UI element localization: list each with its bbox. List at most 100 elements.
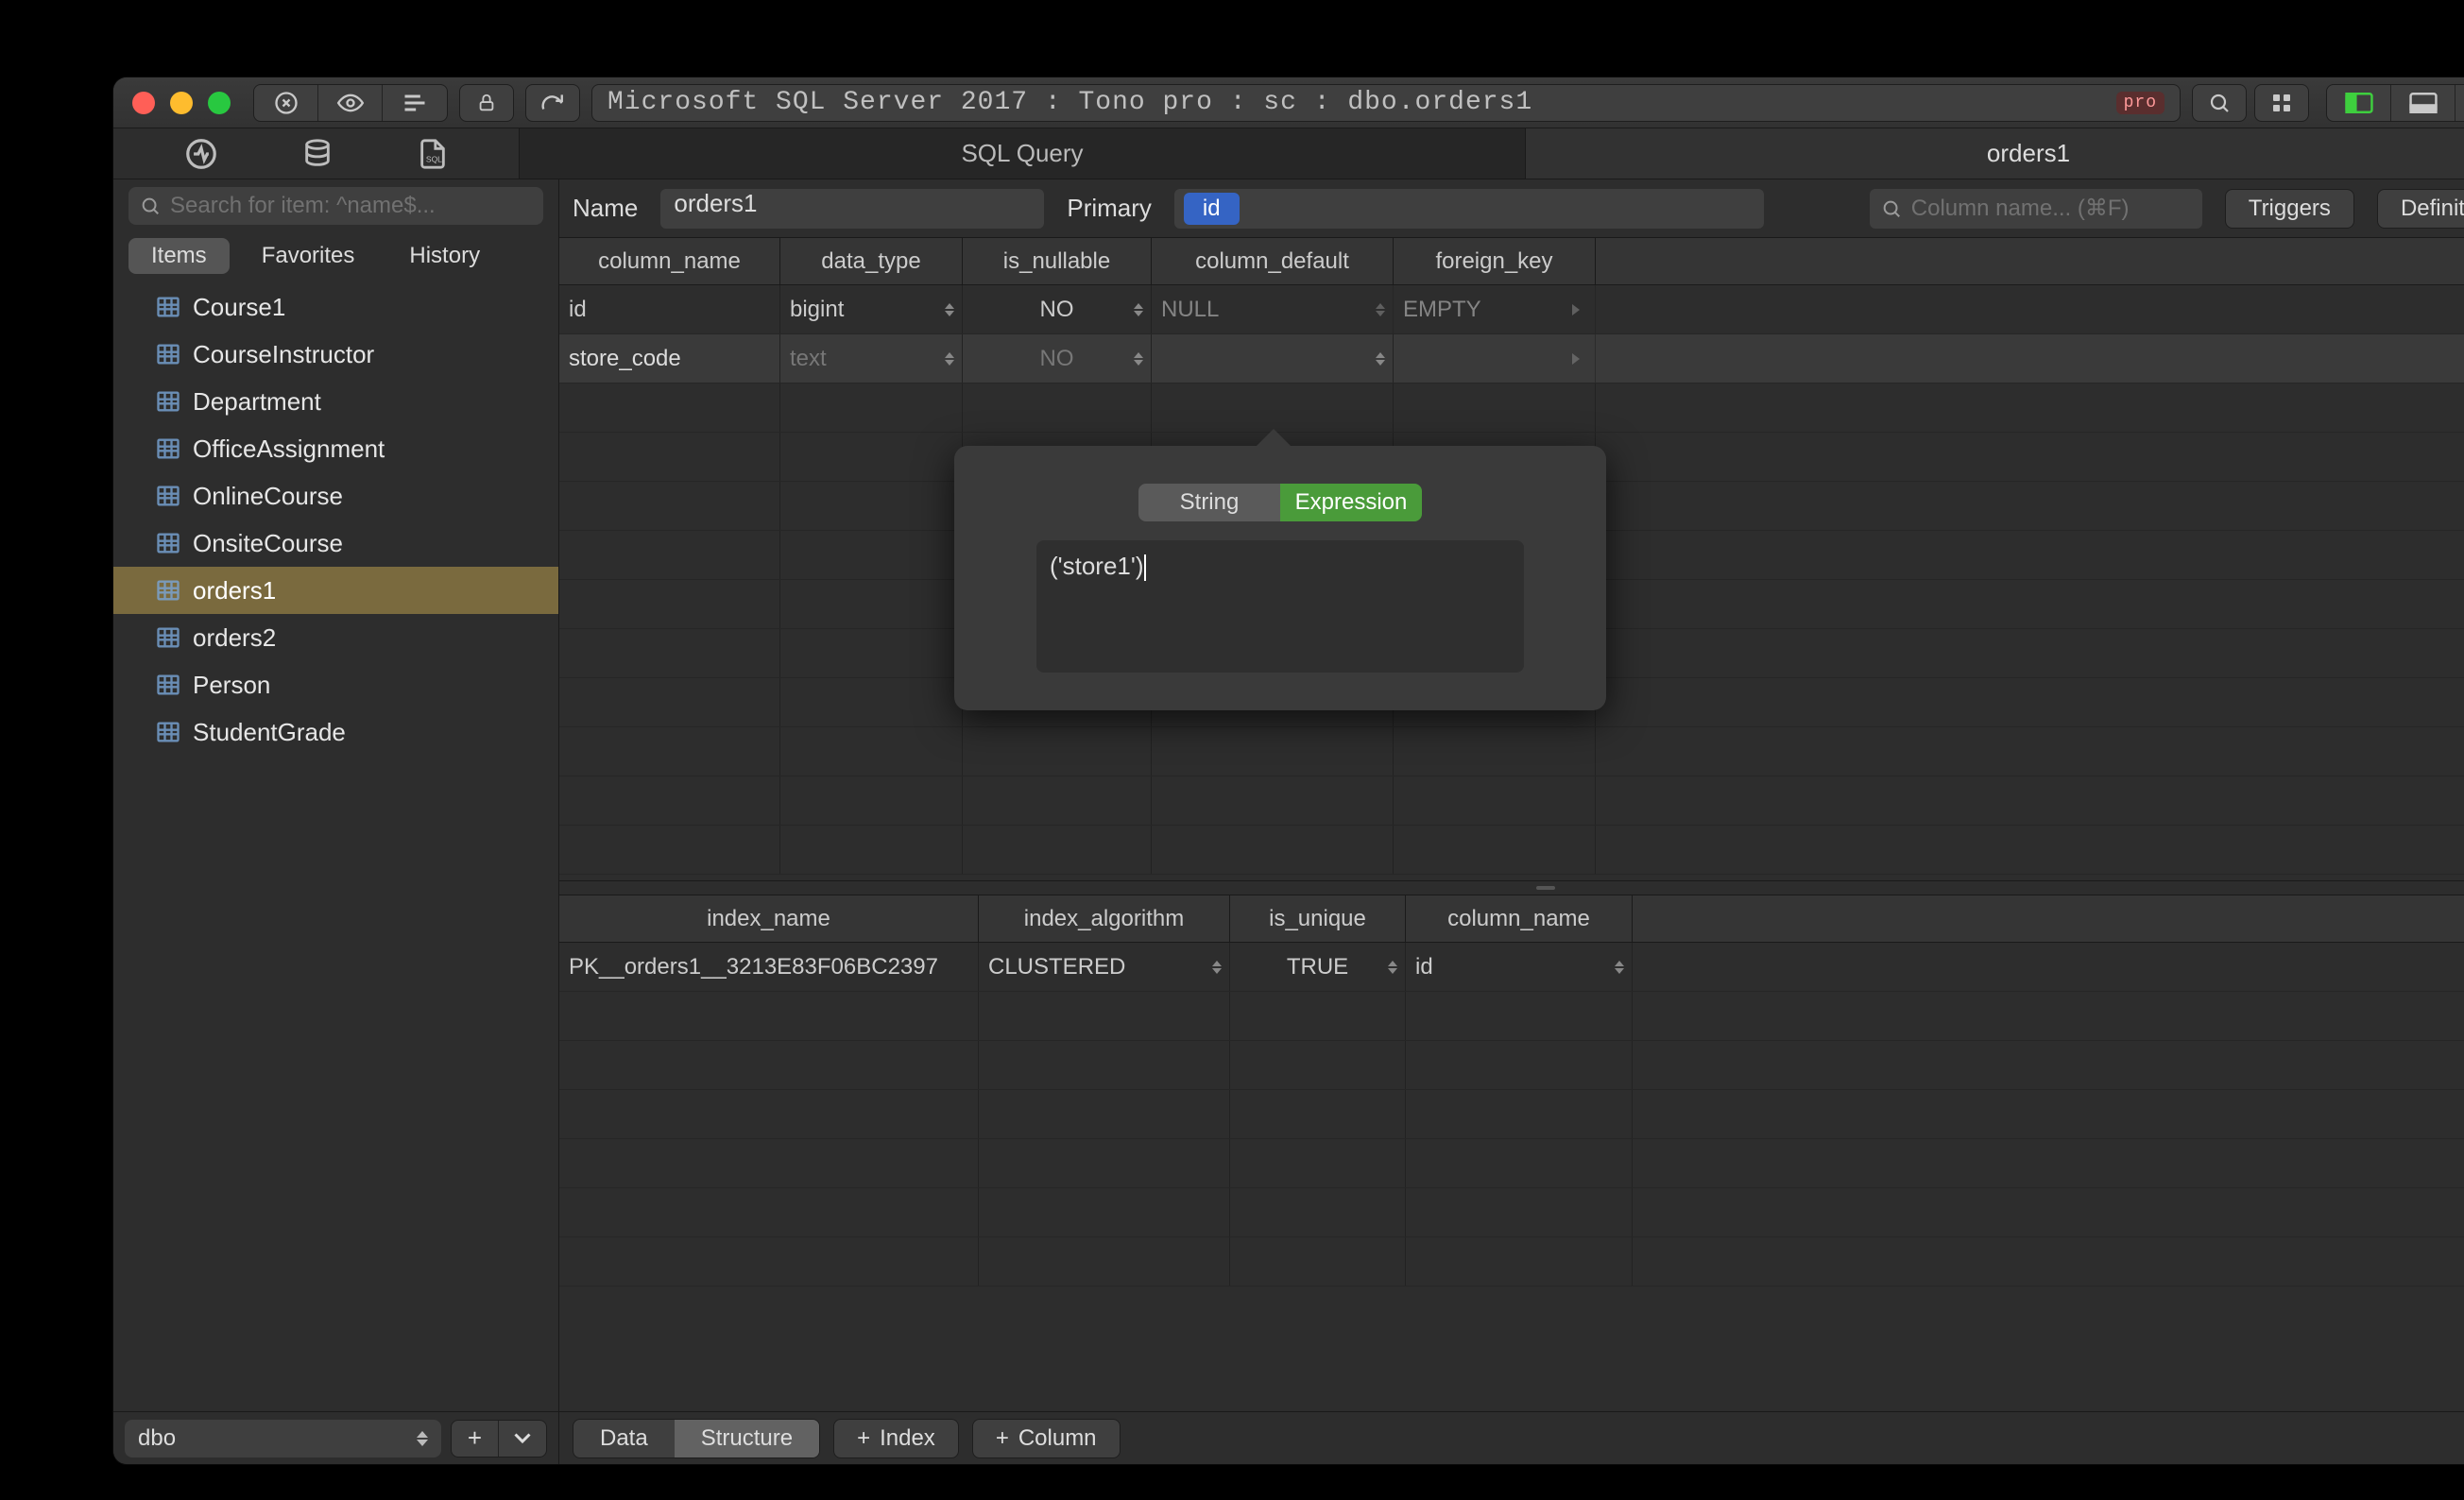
chevron-down-icon[interactable] (499, 1421, 546, 1457)
close-circle-icon[interactable] (254, 85, 318, 121)
sidebar-item-course1[interactable]: Course1 (113, 283, 558, 331)
eye-icon[interactable] (318, 85, 383, 121)
plus-icon: + (996, 1425, 1009, 1452)
search-icon (140, 196, 161, 216)
sidebar-tab-favorites[interactable]: Favorites (239, 238, 378, 274)
lock-icon[interactable] (459, 84, 514, 122)
sidebar-item-courseinstructor[interactable]: CourseInstructor (113, 331, 558, 378)
minimize-window-button[interactable] (170, 92, 193, 114)
popup-tabs: String Expression (1138, 484, 1422, 521)
grid-icon[interactable] (2254, 84, 2309, 122)
sidebar-item-officeassignment[interactable]: OfficeAssignment (113, 425, 558, 472)
sidebar-item-studentgrade[interactable]: StudentGrade (113, 708, 558, 756)
fullscreen-window-button[interactable] (208, 92, 231, 114)
empty-row (559, 1237, 2464, 1287)
search-icon (1881, 198, 1902, 219)
titlebar: Microsoft SQL Server 2017 : Tono pro : s… (113, 77, 2464, 128)
sidebar-footer: dbo + (113, 1411, 558, 1464)
empty-row (559, 727, 2464, 776)
main-footer: Data Structure + Index + Column (559, 1411, 2464, 1464)
add-menu[interactable]: + (451, 1420, 547, 1457)
sidebar: Search for item: ^name$... Items Favorit… (113, 179, 559, 1464)
search-placeholder: Search for item: ^name$... (170, 193, 436, 219)
primary-tag: id (1184, 193, 1240, 225)
empty-row (559, 1139, 2464, 1188)
stepper-icon (417, 1431, 428, 1446)
empty-row (559, 1041, 2464, 1090)
database-icon[interactable] (301, 136, 334, 172)
triggers-button[interactable]: Triggers (2225, 189, 2354, 229)
tab-orders1[interactable]: orders1 (1526, 128, 2464, 179)
tab-sql-query[interactable]: SQL Query (520, 128, 1526, 179)
header-column-default[interactable]: column_default (1152, 238, 1394, 284)
sidebar-tabs: Items Favorites History (128, 238, 543, 274)
column-row[interactable]: idbigintNONULLEMPTY (559, 285, 2464, 334)
add-column-button[interactable]: + Column (972, 1419, 1121, 1458)
index-row[interactable]: PK__orders1__3213E83F06BC2397CLUSTEREDTR… (559, 943, 2464, 992)
header-is-unique[interactable]: is_unique (1230, 895, 1406, 942)
columns-header: column_name data_type is_nullable column… (559, 238, 2464, 285)
footer-structure[interactable]: Structure (675, 1420, 819, 1457)
titlebar-right (2192, 84, 2464, 122)
name-row: Name orders1 Primary id Column name... (… (559, 179, 2464, 238)
empty-row (559, 826, 2464, 875)
panel-right-icon[interactable] (2455, 85, 2464, 121)
empty-row (559, 776, 2464, 826)
header-is-nullable[interactable]: is_nullable (963, 238, 1152, 284)
column-search[interactable]: Column name... (⌘F) (1870, 189, 2202, 229)
sidebar-search[interactable]: Search for item: ^name$... (128, 187, 543, 225)
header-idx-column[interactable]: column_name (1406, 895, 1633, 942)
close-window-button[interactable] (132, 92, 155, 114)
sidebar-item-person[interactable]: Person (113, 661, 558, 708)
sidebar-item-orders2[interactable]: orders2 (113, 614, 558, 661)
schema-select[interactable]: dbo (125, 1420, 441, 1457)
window-controls (125, 92, 231, 114)
header-column-name[interactable]: column_name (559, 238, 780, 284)
header-foreign-key[interactable]: foreign_key (1394, 238, 1596, 284)
sidebar-mode-icons: SQL (113, 128, 520, 179)
empty-row (559, 992, 2464, 1041)
empty-row (559, 1188, 2464, 1237)
lines-icon[interactable] (383, 85, 447, 121)
footer-data[interactable]: Data (573, 1420, 675, 1457)
sidebar-tab-history[interactable]: History (386, 238, 503, 274)
popup-tab-string[interactable]: String (1138, 484, 1280, 521)
default-expression-popover: String Expression ('store1') (954, 446, 1606, 710)
sidebar-tab-items[interactable]: Items (128, 238, 230, 274)
header-data-type[interactable]: data_type (780, 238, 963, 284)
sidebar-item-department[interactable]: Department (113, 378, 558, 425)
sidebar-tree: Course1CourseInstructorDepartmentOfficeA… (113, 283, 558, 1411)
sidebar-item-onsitecourse[interactable]: OnsiteCourse (113, 520, 558, 567)
splitter-handle[interactable] (559, 880, 2464, 895)
sidebar-item-onlinecourse[interactable]: OnlineCourse (113, 472, 558, 520)
definition-button[interactable]: Definition (2377, 189, 2464, 229)
panel-bottom-icon[interactable] (2391, 85, 2455, 121)
empty-row (559, 1090, 2464, 1139)
popup-textarea[interactable]: ('store1') (1036, 540, 1524, 673)
column-search-placeholder: Column name... (⌘F) (1911, 195, 2130, 222)
index-header: index_name index_algorithm is_unique col… (559, 895, 2464, 943)
primary-field[interactable]: id (1174, 189, 1764, 229)
svg-text:SQL: SQL (426, 154, 442, 163)
column-row[interactable]: store_codetextNO (559, 334, 2464, 384)
view-mode-group (253, 84, 448, 122)
body: Search for item: ^name$... Items Favorit… (113, 179, 2464, 1464)
breadcrumb[interactable]: Microsoft SQL Server 2017 : Tono pro : s… (591, 84, 2181, 122)
plus-icon[interactable]: + (452, 1421, 499, 1457)
name-label: Name (573, 194, 638, 223)
activity-icon[interactable] (183, 136, 219, 172)
sql-file-icon[interactable]: SQL (417, 136, 449, 172)
empty-row (559, 384, 2464, 433)
panel-left-icon[interactable] (2327, 85, 2391, 121)
footer-mode-seg: Data Structure (573, 1419, 820, 1458)
refresh-icon[interactable] (525, 84, 580, 122)
tab-row: SQL SQL Query orders1 (113, 128, 2464, 179)
add-index-button[interactable]: + Index (833, 1419, 959, 1458)
header-index-name[interactable]: index_name (559, 895, 979, 942)
sidebar-item-orders1[interactable]: orders1 (113, 567, 558, 614)
search-icon-button[interactable] (2192, 84, 2247, 122)
name-input[interactable]: orders1 (660, 189, 1044, 229)
header-index-algo[interactable]: index_algorithm (979, 895, 1230, 942)
primary-label: Primary (1067, 194, 1152, 223)
popup-tab-expression[interactable]: Expression (1280, 484, 1422, 521)
